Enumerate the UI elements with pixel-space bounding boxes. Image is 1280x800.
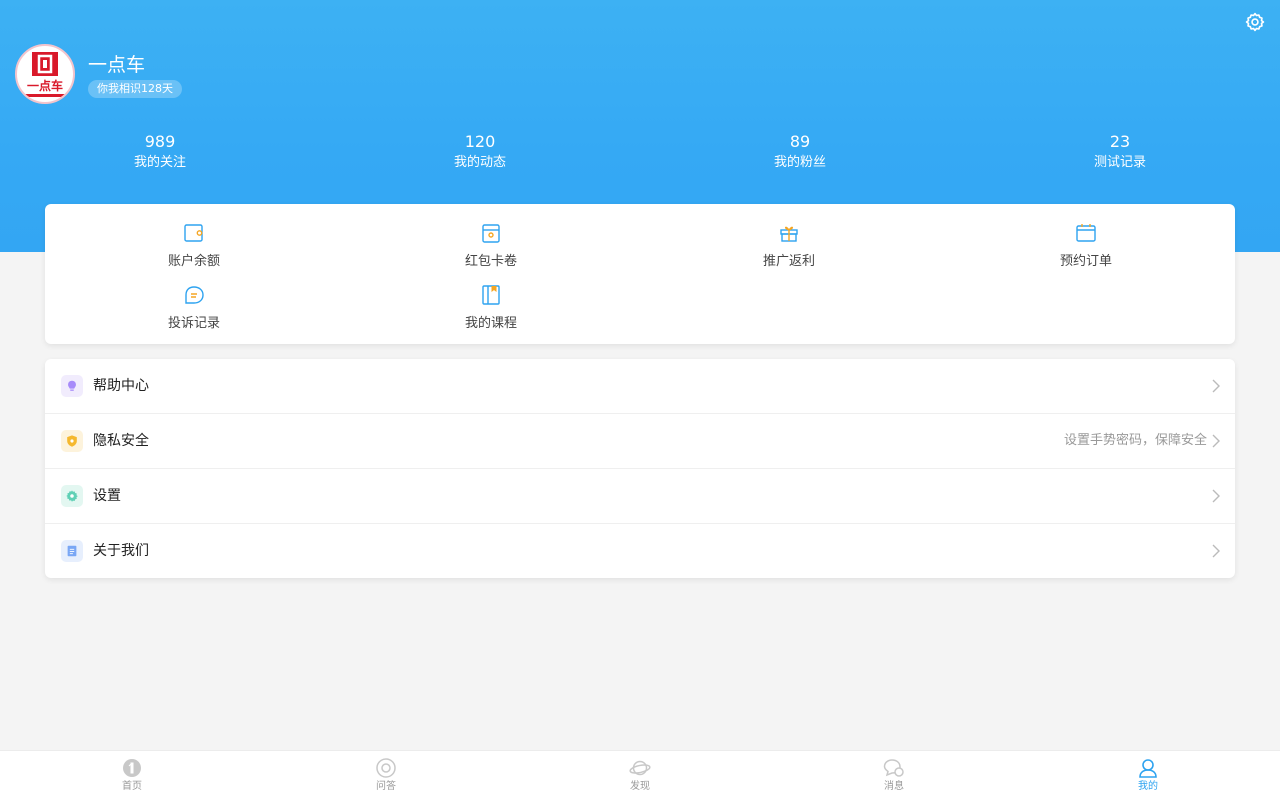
stat-test-records[interactable]: 23 测试记录 xyxy=(1020,130,1220,172)
stat-value: 120 xyxy=(464,132,496,151)
grid-item-label: 账户余额 xyxy=(167,254,220,269)
tab-discover[interactable]: 发现 xyxy=(580,757,700,794)
document-icon xyxy=(61,540,83,562)
chevron-right-icon xyxy=(1212,379,1220,393)
tab-label: 发现 xyxy=(630,781,650,792)
bottom-tab-bar: 首页 问答 发现 消息 我的 xyxy=(0,750,1280,800)
stat-value: 23 xyxy=(1109,132,1131,151)
grid-item-label: 红包卡卷 xyxy=(464,254,517,269)
red-packet-icon xyxy=(482,224,500,243)
chevron-right-icon xyxy=(1212,434,1220,448)
menu-item-settings[interactable]: 设置 xyxy=(45,469,1235,524)
stat-value: 89 xyxy=(789,132,811,151)
avatar[interactable]: 一点车 xyxy=(15,44,75,104)
grid-item-complaints[interactable]: 投诉记录 xyxy=(114,284,274,332)
username: 一点车 xyxy=(88,54,146,76)
stat-label: 我的关注 xyxy=(133,155,186,170)
stats-bar: 989 我的关注 120 我的动态 89 我的粉丝 23 测试记录 xyxy=(0,130,1280,176)
grid-item-label: 我的课程 xyxy=(464,316,517,331)
gear-icon xyxy=(1245,12,1265,32)
tab-home[interactable]: 首页 xyxy=(72,757,192,794)
calendar-icon xyxy=(1076,224,1096,242)
stat-value: 989 xyxy=(144,132,176,151)
stat-posts[interactable]: 120 我的动态 xyxy=(380,130,580,172)
menu-item-label: 设置 xyxy=(93,488,121,504)
quick-actions-card: 账户余额 红包卡卷 推广返利 预约订单 投诉记录 我的课程 xyxy=(45,204,1235,344)
shield-icon xyxy=(61,430,83,452)
settings-menu: 帮助中心 隐私安全 设置手势密码，保障安全 设置 关于我们 xyxy=(45,359,1235,578)
gift-icon xyxy=(780,226,798,242)
grid-item-appointments[interactable]: 预约订单 xyxy=(1006,222,1166,270)
brand-logo: 一点车 xyxy=(25,52,65,97)
discover-icon xyxy=(629,760,651,776)
menu-item-hint: 设置手势密码，保障安全 xyxy=(1063,433,1207,448)
tab-label: 我的 xyxy=(1138,781,1158,792)
tab-qa[interactable]: 问答 xyxy=(326,757,446,794)
menu-item-privacy[interactable]: 隐私安全 设置手势密码，保障安全 xyxy=(45,414,1235,469)
course-book-icon xyxy=(482,285,500,305)
menu-item-label: 关于我们 xyxy=(93,543,149,559)
wallet-icon xyxy=(184,224,203,242)
stat-following[interactable]: 989 我的关注 xyxy=(60,130,260,172)
grid-item-label: 预约订单 xyxy=(1059,254,1112,269)
menu-item-label: 帮助中心 xyxy=(93,378,149,394)
qa-icon xyxy=(376,758,396,778)
complaint-icon xyxy=(185,286,204,304)
gear-icon xyxy=(61,485,83,507)
stat-label: 我的动态 xyxy=(453,155,506,170)
chevron-right-icon xyxy=(1212,544,1220,558)
menu-item-about-us[interactable]: 关于我们 xyxy=(45,524,1235,579)
tab-label: 消息 xyxy=(884,781,904,792)
stat-label: 测试记录 xyxy=(1093,155,1146,170)
chevron-right-icon xyxy=(1212,489,1220,503)
grid-item-label: 推广返利 xyxy=(762,254,815,269)
menu-item-label: 隐私安全 xyxy=(93,433,149,449)
grid-item-courses[interactable]: 我的课程 xyxy=(411,284,571,332)
grid-item-balance[interactable]: 账户余额 xyxy=(114,222,274,270)
settings-button[interactable] xyxy=(1244,11,1266,33)
lightbulb-icon xyxy=(61,375,83,397)
message-icon xyxy=(883,759,904,777)
profile-icon xyxy=(1139,759,1157,778)
tab-profile[interactable]: 我的 xyxy=(1088,757,1208,794)
stat-label: 我的粉丝 xyxy=(773,155,826,170)
days-badge: 你我相识128天 xyxy=(88,80,182,98)
svg-text:一点车: 一点车 xyxy=(27,78,63,93)
grid-item-label: 投诉记录 xyxy=(167,316,220,331)
tab-label: 首页 xyxy=(122,781,142,792)
grid-item-rebate[interactable]: 推广返利 xyxy=(709,222,869,270)
grid-item-red-packet[interactable]: 红包卡卷 xyxy=(411,222,571,270)
tab-messages[interactable]: 消息 xyxy=(834,757,954,794)
home-icon xyxy=(123,759,141,777)
tab-label: 问答 xyxy=(376,781,396,792)
stat-fans[interactable]: 89 我的粉丝 xyxy=(700,130,900,172)
menu-item-help-center[interactable]: 帮助中心 xyxy=(45,359,1235,414)
